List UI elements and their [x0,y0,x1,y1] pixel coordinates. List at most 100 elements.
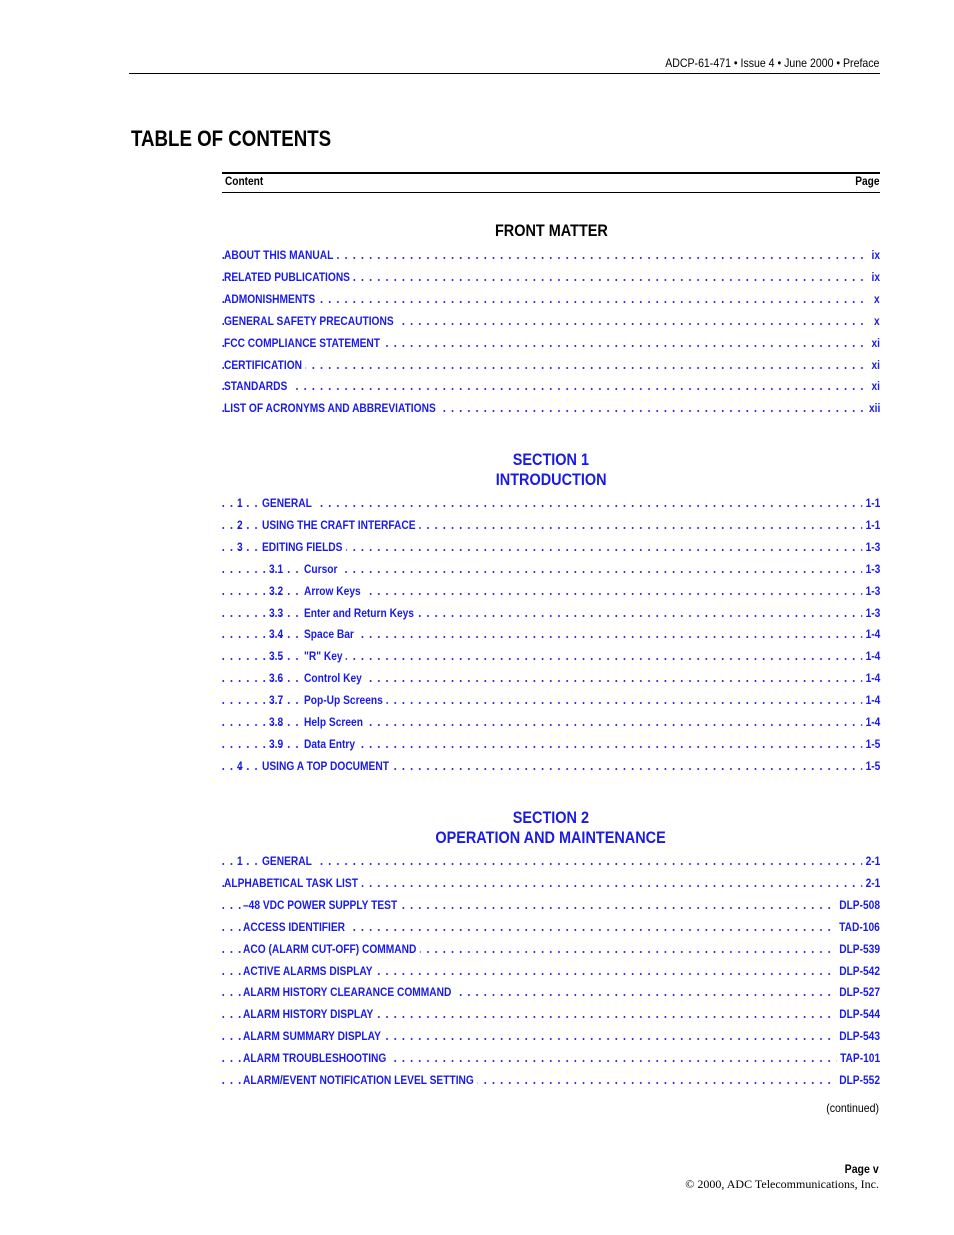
entry-link[interactable]: Cursor [304,560,341,577]
entry-link[interactable]: Enter and Return Keys [304,604,418,621]
entry-page[interactable]: 1-3 [861,538,880,555]
entry-page[interactable]: DLP-539 [835,940,880,957]
toc-entry[interactable]: 3.3 Enter and Return Keys 1-3 [222,604,880,621]
entry-page[interactable]: DLP-552 [835,1072,880,1088]
toc-entry[interactable]: ALARM HISTORY CLEARANCE COMMAND DLP-527 [222,984,880,1001]
entry-link[interactable]: –48 VDC POWER SUPPLY TEST [243,896,401,913]
toc-entry[interactable]: 3.2 Arrow Keys 1-3 [222,582,880,599]
entry-page[interactable]: 1-4 [861,692,880,709]
entry-page[interactable]: 1-4 [861,670,880,687]
toc-entry[interactable]: 3.4 Space Bar 1-4 [222,626,880,643]
toc-entry[interactable]: FCC COMPLIANCE STATEMENT xi [222,334,880,351]
toc-entry[interactable]: ALARM TROUBLESHOOTING TAP-101 [222,1050,880,1067]
toc-entry[interactable]: 3.5 "R" Key 1-4 [222,648,880,665]
toc-entry[interactable]: 1 GENERAL 1-1 [222,495,880,511]
toc-entry[interactable]: ALARM/EVENT NOTIFICATION LEVEL SETTING DL… [222,1072,880,1088]
entry-link[interactable]: ALPHABETICAL TASK LIST [224,874,362,891]
toc-entry[interactable]: ABOUT THIS MANUAL ix [222,247,880,263]
toc-entry[interactable]: ACCESS IDENTIFIER TAD-106 [222,918,880,935]
entry-link[interactable]: ACCESS IDENTIFIER [243,918,349,935]
entry-link[interactable]: USING A TOP DOCUMENT [262,757,393,774]
toc-entry[interactable]: –48 VDC POWER SUPPLY TEST DLP-508 [222,896,880,913]
toc-entry[interactable]: LIST OF ACRONYMS AND ABBREVIATIONS xii [222,400,880,417]
entry-page[interactable]: xi [868,378,880,395]
entry-page[interactable]: x [870,290,880,307]
entry-page[interactable]: 1-3 [861,604,880,621]
entry-page[interactable]: ix [868,268,880,285]
entry-page[interactable]: TAP-101 [836,1050,880,1067]
toc-entry[interactable]: 2 USING THE CRAFT INTERFACE 1-1 [222,516,880,533]
entry-link[interactable]: GENERAL [262,495,316,511]
entry-page[interactable]: x [870,312,880,329]
entry-link[interactable]: STANDARDS [224,378,291,395]
entry-link[interactable]: ADMONISHMENTS [224,290,319,307]
entry-link[interactable]: GENERAL [262,853,316,869]
entry-link[interactable]: RELATED PUBLICATIONS [224,268,354,285]
entry-link[interactable]: GENERAL SAFETY PRECAUTIONS [224,312,398,329]
entry-link[interactable]: Space Bar [304,626,358,643]
entry-page[interactable]: DLP-542 [835,962,880,979]
entry-page[interactable]: 1-3 [861,582,880,599]
entry-page[interactable]: DLP-527 [835,984,880,1001]
toc-entry[interactable]: 3.1 Cursor 1-3 [222,560,880,577]
toc-entry[interactable]: 3.8 Help Screen 1-4 [222,714,880,730]
entry-link[interactable]: ALARM TROUBLESHOOTING [243,1050,390,1067]
entry-link[interactable]: LIST OF ACRONYMS AND ABBREVIATIONS [224,400,440,417]
entry-page[interactable]: 1-5 [861,735,880,752]
entry-page[interactable]: 2-1 [861,853,880,869]
toc-entry[interactable]: ALARM HISTORY DISPLAY DLP-544 [222,1006,880,1023]
entry-page[interactable]: 1-5 [861,757,880,774]
entry-page[interactable]: ix [868,247,880,263]
entry-link[interactable]: ALARM HISTORY DISPLAY [243,1006,377,1023]
entry-page[interactable]: 1-1 [861,495,880,511]
entry-link[interactable]: ACO (ALARM CUT-OFF) COMMAND [243,940,420,957]
entry-page[interactable]: 1-4 [861,714,880,730]
dot-leader [222,495,880,511]
entry-page[interactable]: DLP-543 [835,1028,880,1045]
entry-link[interactable]: Arrow Keys [304,582,365,599]
toc-entry[interactable]: ALPHABETICAL TASK LIST 2-1 [222,874,880,891]
toc-entry[interactable]: 3.7 Pop-Up Screens 1-4 [222,692,880,709]
entry-link[interactable]: ALARM/EVENT NOTIFICATION LEVEL SETTING [243,1072,478,1088]
entry-page[interactable]: 1-4 [861,626,880,643]
toc-entry[interactable]: ALARM SUMMARY DISPLAY DLP-543 [222,1028,880,1045]
toc-entry[interactable]: 3.6 Control Key 1-4 [222,670,880,687]
entry-page[interactable]: xi [868,356,880,373]
toc-entry[interactable]: 3.9 Data Entry 1-5 [222,735,880,752]
toc-entry[interactable]: RELATED PUBLICATIONS ix [222,268,880,285]
entry-link[interactable]: ABOUT THIS MANUAL [224,247,337,263]
entry-link[interactable]: CERTIFICATION [224,356,306,373]
toc-entry[interactable]: 3 EDITING FIELDS 1-3 [222,538,880,555]
entry-link[interactable]: Data Entry [304,735,359,752]
toc-entry[interactable]: 1 GENERAL 2-1 [222,853,880,869]
entry-link[interactable]: FCC COMPLIANCE STATEMENT [224,334,384,351]
toc-entry[interactable]: ACTIVE ALARMS DISPLAY DLP-542 [222,962,880,979]
entry-page[interactable]: DLP-508 [835,896,880,913]
toc-entry[interactable]: ADMONISHMENTS x [222,290,880,307]
entry-link[interactable]: USING THE CRAFT INTERFACE [262,516,419,533]
section1-heading: SECTION 1 INTRODUCTION [495,450,607,489]
entry-page[interactable]: xi [868,334,880,351]
entry-link[interactable]: Control Key [304,670,366,687]
entry-page[interactable]: DLP-544 [835,1006,880,1023]
entry-link[interactable]: ALARM SUMMARY DISPLAY [243,1028,385,1045]
entry-page[interactable]: xii [865,400,880,417]
running-header: ADCP-61-471 • Issue 4 • June 2000 • Pref… [664,56,879,70]
entry-page[interactable]: TAD-106 [835,918,880,935]
entry-page[interactable]: 1-4 [861,648,880,665]
toc-entry[interactable]: ACO (ALARM CUT-OFF) COMMAND DLP-539 [222,940,880,957]
entry-link[interactable]: ALARM HISTORY CLEARANCE COMMAND [243,984,455,1001]
toc-entry[interactable]: GENERAL SAFETY PRECAUTIONS x [222,312,880,329]
entry-link[interactable]: ACTIVE ALARMS DISPLAY [243,962,376,979]
entry-link[interactable]: EDITING FIELDS [262,538,346,555]
entry-page[interactable]: 1-1 [861,516,880,533]
entry-page[interactable]: 2-1 [861,874,880,891]
entry-page[interactable]: 1-3 [861,560,880,577]
toc-entry[interactable]: STANDARDS xi [222,378,880,395]
entry-link[interactable]: Pop-Up Screens [304,692,387,709]
toc-entry[interactable]: 4 USING A TOP DOCUMENT 1-5 [222,757,880,774]
entry-link[interactable]: "R" Key [304,648,346,665]
entry-number: 3.5 [269,649,284,664]
toc-entry[interactable]: CERTIFICATION xi [222,356,880,373]
entry-link[interactable]: Help Screen [304,714,367,730]
